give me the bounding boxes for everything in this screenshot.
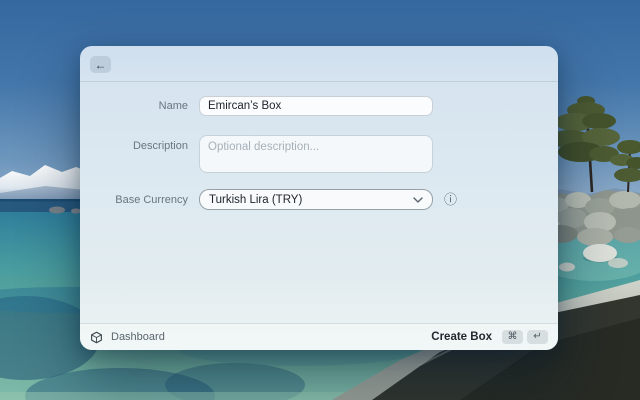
- app-window: ← Name Description Base Currency Turkish…: [80, 46, 558, 350]
- info-icon[interactable]: ⓘ: [444, 193, 457, 206]
- name-input[interactable]: [199, 96, 433, 116]
- footer-action-area: Create Box ⌘ ↵: [431, 330, 548, 344]
- create-box-button[interactable]: Create Box: [431, 331, 492, 343]
- command-key-icon: ⌘: [502, 330, 523, 344]
- window-footer: Dashboard Create Box ⌘ ↵: [80, 323, 558, 350]
- chevron-down-icon: [413, 196, 423, 203]
- name-row: Name: [80, 96, 558, 116]
- return-key-icon: ↵: [527, 330, 548, 344]
- back-button[interactable]: ←: [90, 56, 111, 73]
- box-icon: [90, 331, 103, 344]
- base-currency-row: Base Currency Turkish Lira (TRY) ⓘ: [80, 189, 558, 210]
- footer-app-label: Dashboard: [111, 331, 165, 343]
- name-label: Name: [158, 100, 188, 112]
- base-currency-select[interactable]: Turkish Lira (TRY): [199, 189, 433, 210]
- footer-app-area: Dashboard: [90, 331, 165, 344]
- description-row: Description: [80, 135, 558, 173]
- base-currency-label: Base Currency: [115, 193, 188, 206]
- description-input[interactable]: [199, 135, 433, 173]
- description-label: Description: [132, 140, 188, 152]
- back-arrow-icon: ←: [94, 57, 107, 72]
- base-currency-value: Turkish Lira (TRY): [209, 193, 303, 206]
- window-header: ←: [80, 46, 558, 82]
